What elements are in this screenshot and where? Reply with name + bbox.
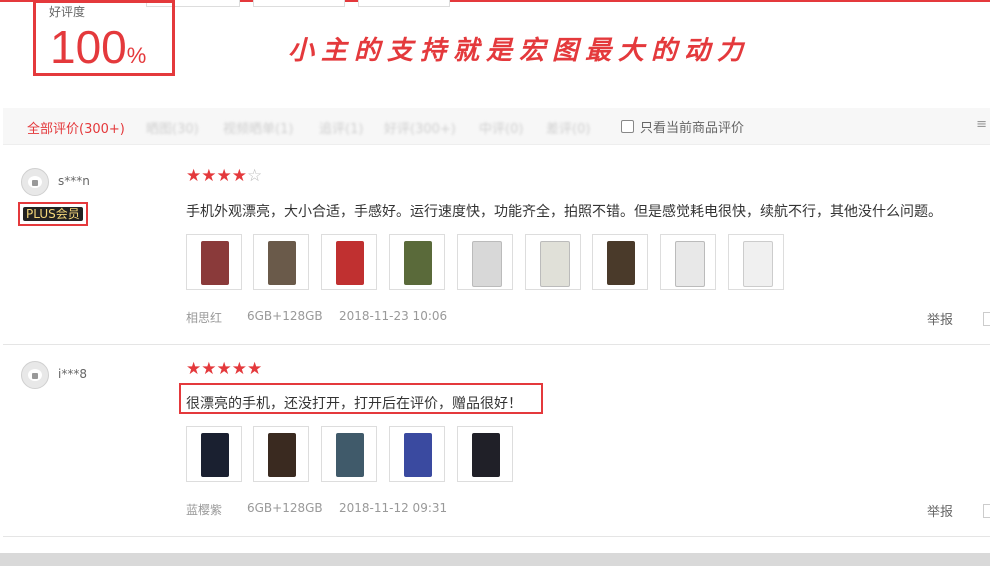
review-username: i***8 <box>58 367 87 381</box>
star-filled-icon: ★ <box>231 359 247 379</box>
review-username: s***n <box>58 174 90 188</box>
star-filled-icon: ★ <box>201 359 217 379</box>
star-empty-icon: ☆ <box>247 166 263 186</box>
review-photo[interactable] <box>186 234 242 290</box>
top-tab-stub[interactable] <box>253 0 345 7</box>
only-current-label: 只看当前商品评价 <box>640 121 745 136</box>
review-photo[interactable] <box>186 426 242 482</box>
star-rating: ★★★★★ <box>186 361 262 378</box>
review-text: 很漂亮的手机，还没打开，打开后在评价，赠品很好！ <box>186 396 522 412</box>
review-photo[interactable] <box>253 426 309 482</box>
star-filled-icon: ★ <box>216 166 232 186</box>
star-filled-icon: ★ <box>216 359 232 379</box>
review-photo[interactable] <box>457 234 513 290</box>
plus-member-badge: PLUS会员 <box>23 207 83 221</box>
filter-negative[interactable]: 差评(0) <box>546 118 590 137</box>
only-current-checkbox[interactable] <box>621 120 634 133</box>
more-actions-icon[interactable] <box>983 312 990 326</box>
sort-menu-icon[interactable]: ≡ <box>976 117 987 132</box>
star-filled-icon: ★ <box>186 166 202 186</box>
review-photo[interactable] <box>321 426 377 482</box>
filter-video[interactable]: 视频晒单(1) <box>223 118 293 137</box>
filter-followup[interactable]: 追评(1) <box>319 118 363 137</box>
slogan-text: 小主的支持就是宏图最大的动力 <box>288 36 751 66</box>
review-divider <box>3 536 990 537</box>
product-spec: 6GB+128GB <box>247 309 323 323</box>
review-photo[interactable] <box>253 234 309 290</box>
avatar[interactable] <box>21 361 49 389</box>
review-photo[interactable] <box>592 234 648 290</box>
star-filled-icon: ★ <box>201 166 217 186</box>
review-photo[interactable] <box>389 426 445 482</box>
plus-badge-highlight: PLUS会员 <box>18 202 88 226</box>
review-photo[interactable] <box>660 234 716 290</box>
star-rating: ★★★★☆ <box>186 168 262 185</box>
review-photo[interactable] <box>457 426 513 482</box>
review-photo[interactable] <box>525 234 581 290</box>
review-divider <box>3 344 990 345</box>
star-filled-icon: ★ <box>186 359 202 379</box>
only-current-toggle[interactable]: 只看当前商品评价 <box>621 117 744 136</box>
review-photo[interactable] <box>321 234 377 290</box>
filter-positive[interactable]: 好评(300+) <box>384 118 456 137</box>
review-photo[interactable] <box>389 234 445 290</box>
rating-number: 100 <box>50 21 127 73</box>
avatar[interactable] <box>21 168 49 196</box>
rating-box: 好评度 100% <box>33 0 175 76</box>
product-spec: 6GB+128GB <box>247 501 323 515</box>
review-photo[interactable] <box>728 234 784 290</box>
page-bottom-strip <box>0 553 990 566</box>
rating-label: 好评度 <box>49 5 86 19</box>
rating-unit: % <box>126 43 147 68</box>
report-link[interactable]: 举报 <box>927 501 953 520</box>
product-color: 相思红 <box>186 311 223 325</box>
review-date: 2018-11-12 09:31 <box>339 501 448 515</box>
review-filter-bar: 全部评价(300+) 晒图(30) 视频晒单(1) 追评(1) 好评(300+)… <box>3 108 990 145</box>
review-date: 2018-11-23 10:06 <box>339 309 448 323</box>
filter-all[interactable]: 全部评价(300+) <box>27 118 125 137</box>
rating-value: 100% <box>50 21 146 82</box>
product-color: 蓝樱紫 <box>186 503 223 517</box>
more-actions-icon[interactable] <box>983 504 990 518</box>
filter-photos[interactable]: 晒图(30) <box>146 118 199 137</box>
filter-neutral[interactable]: 中评(0) <box>479 118 523 137</box>
star-filled-icon: ★ <box>231 166 247 186</box>
star-filled-icon: ★ <box>247 359 263 379</box>
top-tab-stub[interactable] <box>358 0 450 7</box>
review-text: 手机外观漂亮，大小合适，手感好。运行速度快，功能齐全，拍照不错。但是感觉耗电很快… <box>186 204 942 220</box>
report-link[interactable]: 举报 <box>927 309 953 328</box>
